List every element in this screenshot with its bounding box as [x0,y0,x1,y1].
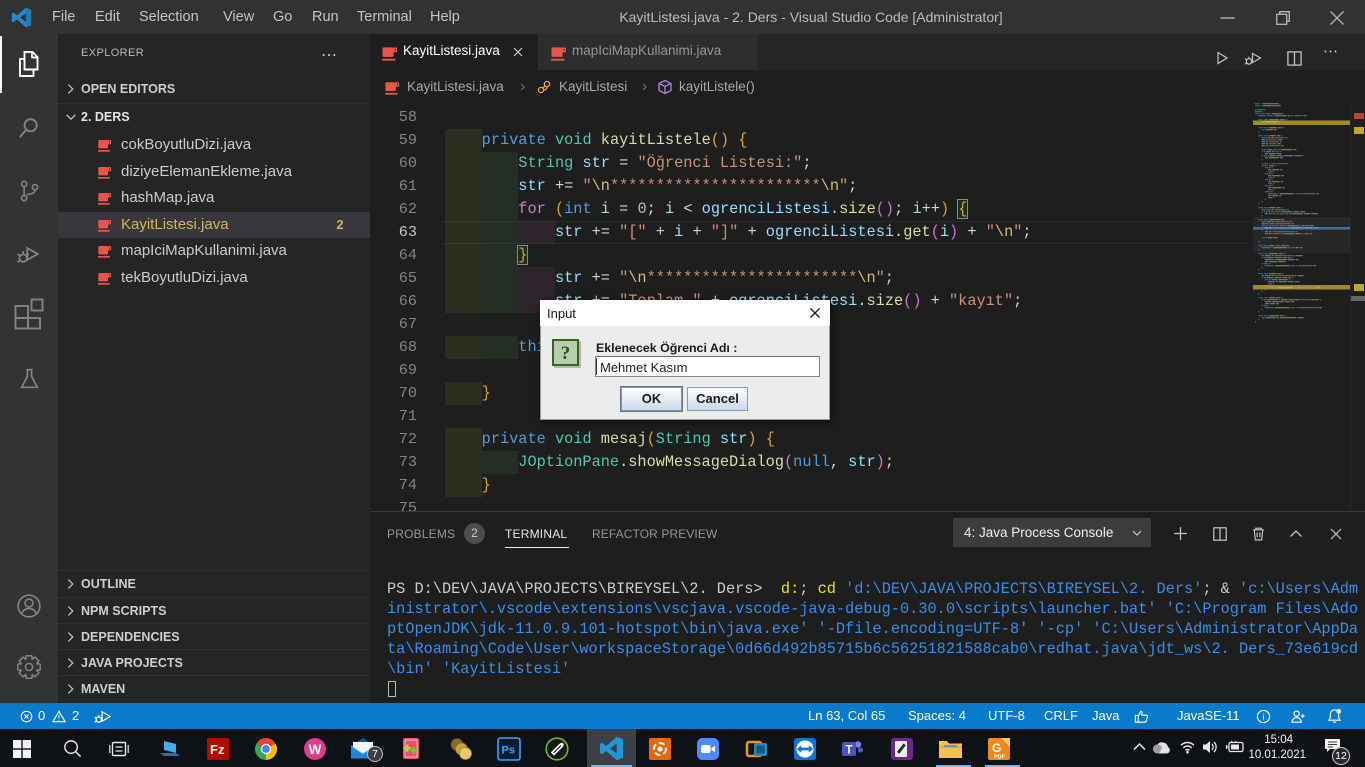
svg-text:Ps: Ps [502,745,515,757]
svg-text:PDF: PDF [994,755,1006,761]
svg-text:W: W [309,742,322,757]
svg-text:Fz: Fz [210,742,225,757]
svg-text:T: T [846,745,853,757]
svg-text:G: G [992,741,1001,755]
